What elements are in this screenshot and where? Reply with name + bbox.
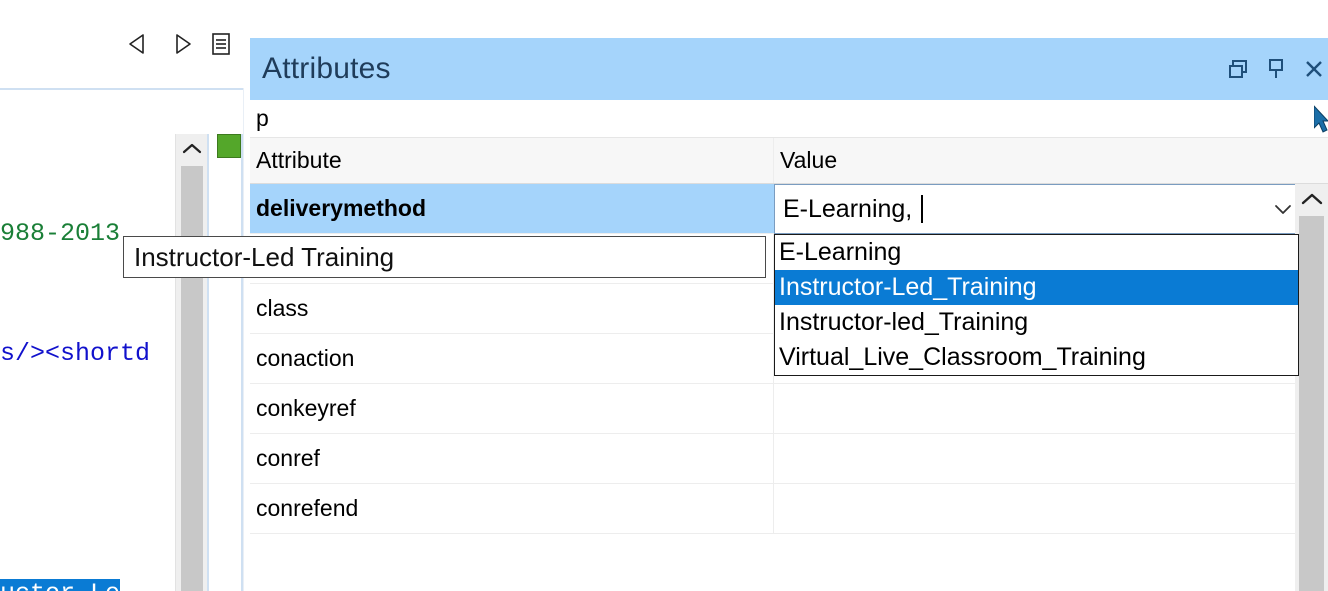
- scrollbar-thumb[interactable]: [181, 166, 203, 591]
- current-element-name: p: [250, 100, 1328, 138]
- chevron-down-icon[interactable]: [1270, 196, 1296, 222]
- value-combobox[interactable]: E-Learning,: [774, 184, 1305, 234]
- dropdown-option-selected[interactable]: Instructor-Led_Training: [775, 270, 1298, 305]
- editor-blank-strip: [0, 88, 250, 134]
- attribute-value-cell[interactable]: [774, 484, 1328, 533]
- chevron-up-icon[interactable]: [176, 134, 208, 164]
- attribute-value-cell[interactable]: [774, 434, 1328, 483]
- table-header-row: Attribute Value: [250, 138, 1328, 184]
- attribute-name-cell: deliverymethod: [256, 195, 426, 221]
- pin-icon[interactable]: [1264, 57, 1288, 81]
- scrollbar-thumb[interactable]: [1299, 216, 1324, 591]
- code-token: 988-2013,: [0, 219, 136, 248]
- code-editor-text[interactable]: 988-2013, s/><shortd uctor-Le traight li…: [0, 134, 175, 591]
- table-row[interactable]: conrefend: [250, 484, 1328, 534]
- dropdown-option[interactable]: Virtual_Live_Classroom_Training: [775, 340, 1298, 375]
- text-caret: [921, 195, 924, 223]
- attributes-panel-header: Attributes: [250, 38, 1328, 100]
- close-icon[interactable]: [1302, 57, 1326, 81]
- triangle-right-icon[interactable]: [168, 31, 194, 57]
- code-token: s/><shortd: [0, 339, 151, 368]
- tooltip: Instructor-Led Training: [123, 236, 766, 278]
- document-outline-icon[interactable]: [208, 31, 234, 57]
- attribute-name-cell: conkeyref: [250, 384, 774, 433]
- dropdown-option[interactable]: Instructor-led_Training: [775, 305, 1298, 340]
- editor-pane: 988-2013, s/><shortd uctor-Le traight li…: [0, 0, 250, 591]
- panel-header-buttons: [1226, 57, 1326, 81]
- mouse-cursor: [1313, 104, 1328, 134]
- page-title: Attributes: [262, 52, 391, 85]
- triangle-left-icon[interactable]: [126, 31, 152, 57]
- restore-window-icon[interactable]: [1226, 57, 1250, 81]
- attribute-name-cell: conref: [250, 434, 774, 483]
- attributes-vertical-scrollbar[interactable]: [1295, 184, 1328, 591]
- attribute-value-cell[interactable]: [774, 384, 1328, 433]
- editor-toolbar: [0, 0, 250, 88]
- attributes-table: Attribute Value deliverymethod base clas…: [250, 138, 1328, 591]
- dropdown-option[interactable]: E-Learning: [775, 235, 1298, 270]
- editor-marker-strip: [207, 134, 243, 591]
- combobox-value-text: E-Learning,: [783, 194, 920, 223]
- column-header-attribute: Attribute: [250, 138, 774, 183]
- green-ok-marker[interactable]: [217, 134, 241, 158]
- app-root: 988-2013, s/><shortd uctor-Le traight li…: [0, 0, 1328, 591]
- table-row[interactable]: conref: [250, 434, 1328, 484]
- combobox-dropdown-list[interactable]: E-Learning Instructor-Led_Training Instr…: [774, 234, 1299, 376]
- attribute-name-cell: class: [250, 284, 774, 333]
- attribute-name-cell: conrefend: [250, 484, 774, 533]
- editor-vertical-scrollbar[interactable]: [175, 134, 207, 591]
- column-header-value: Value: [780, 147, 838, 173]
- code-token-selected: uctor-Le: [0, 579, 121, 591]
- table-row[interactable]: conkeyref: [250, 384, 1328, 434]
- attribute-name-cell: conaction: [250, 334, 774, 383]
- pane-divider[interactable]: [243, 88, 250, 591]
- chevron-up-icon[interactable]: [1295, 184, 1328, 214]
- attributes-panel: Attributes p Attribute Value deliverymet…: [250, 38, 1328, 591]
